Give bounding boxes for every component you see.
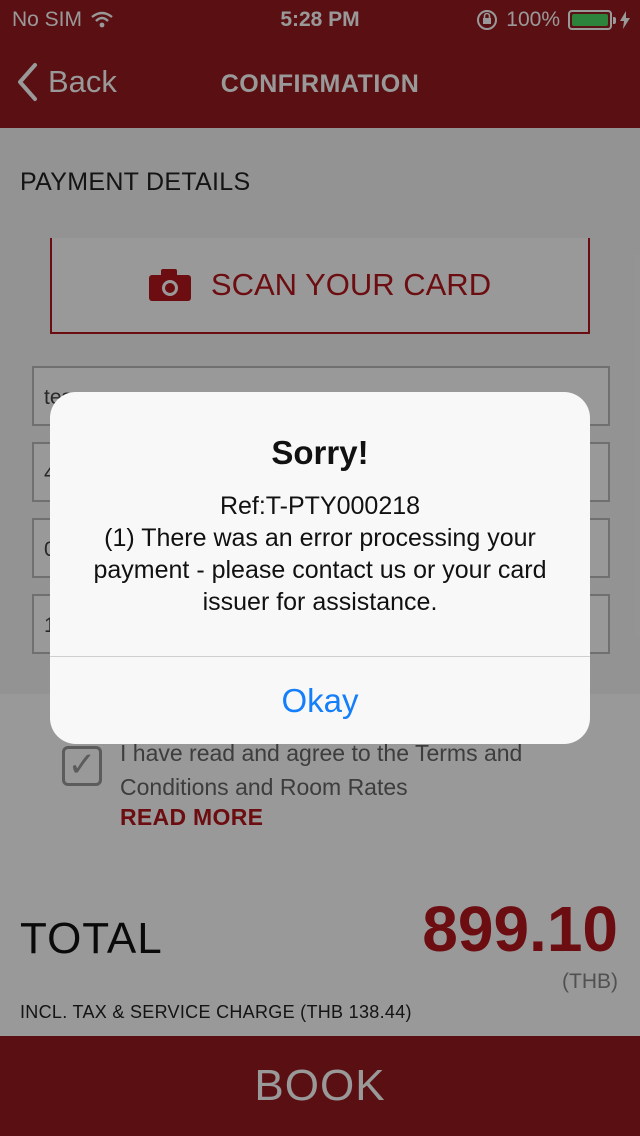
okay-button[interactable]: Okay <box>50 657 590 744</box>
alert-title: Sorry! <box>271 434 369 471</box>
error-alert: Sorry! Ref:T-PTY000218 (1) There was an … <box>50 392 590 744</box>
alert-message: Ref:T-PTY000218 (1) There was an error p… <box>93 492 547 616</box>
